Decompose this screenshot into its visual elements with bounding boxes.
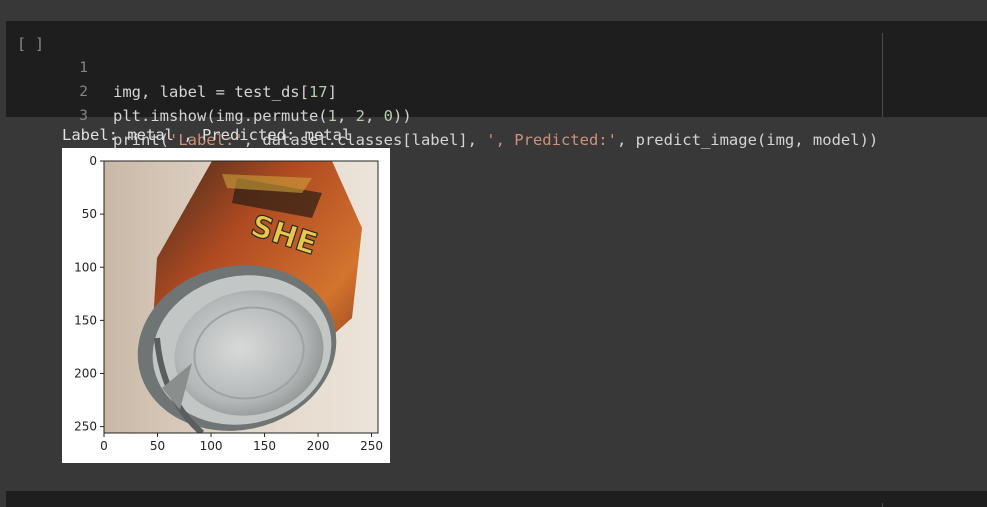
code-line-3[interactable]: 3 print('Label:', dataset.classes[label]… [6,80,878,149]
y-tick-label: 0 [89,154,97,168]
x-tick-label: 250 [360,439,383,453]
y-tick-label: 150 [74,313,97,327]
line-number: 3 [79,108,88,124]
code-cell[interactable]: [ ] 1 img, label = test_ds[17] 2 plt.ims… [6,21,987,149]
next-code-cell[interactable] [6,491,987,507]
x-tick-label: 150 [253,439,276,453]
y-tick-label: 50 [82,207,97,221]
line-number: 2 [79,84,88,100]
y-tick-label: 100 [74,260,97,274]
notebook-page: [ ] 1 img, label = test_ds[17] 2 plt.ims… [0,0,987,507]
code-line-1[interactable]: 1 img, label = test_ds[17] [6,32,337,101]
editor-ruler [882,33,883,117]
code-text[interactable]: plt.imshow(img.permute(1, 2, 0)) [113,104,412,128]
line-number: 1 [79,60,88,76]
plot-svg: SHE 0 50 100 150 200 250050100150200250 [74,154,383,453]
x-tick-label: 0 [100,439,108,453]
y-tick-label: 200 [74,367,97,381]
cell-output-text: Label: metal , Predicted: metal [62,126,352,144]
x-tick-label: 50 [150,439,165,453]
x-tick-label: 100 [200,439,223,453]
y-tick-label: 250 [74,420,97,434]
editor-ruler [882,503,883,507]
image-plot: SHE 0 50 100 150 200 250 0 50 100 150 200 250 [62,148,390,463]
x-tick-label: 200 [307,439,330,453]
code-text[interactable]: img, label = test_ds[17] [113,80,337,104]
metal-can-image: SHE [104,161,378,433]
code-line-2[interactable]: 2 plt.imshow(img.permute(1, 2, 0)) [6,56,411,125]
